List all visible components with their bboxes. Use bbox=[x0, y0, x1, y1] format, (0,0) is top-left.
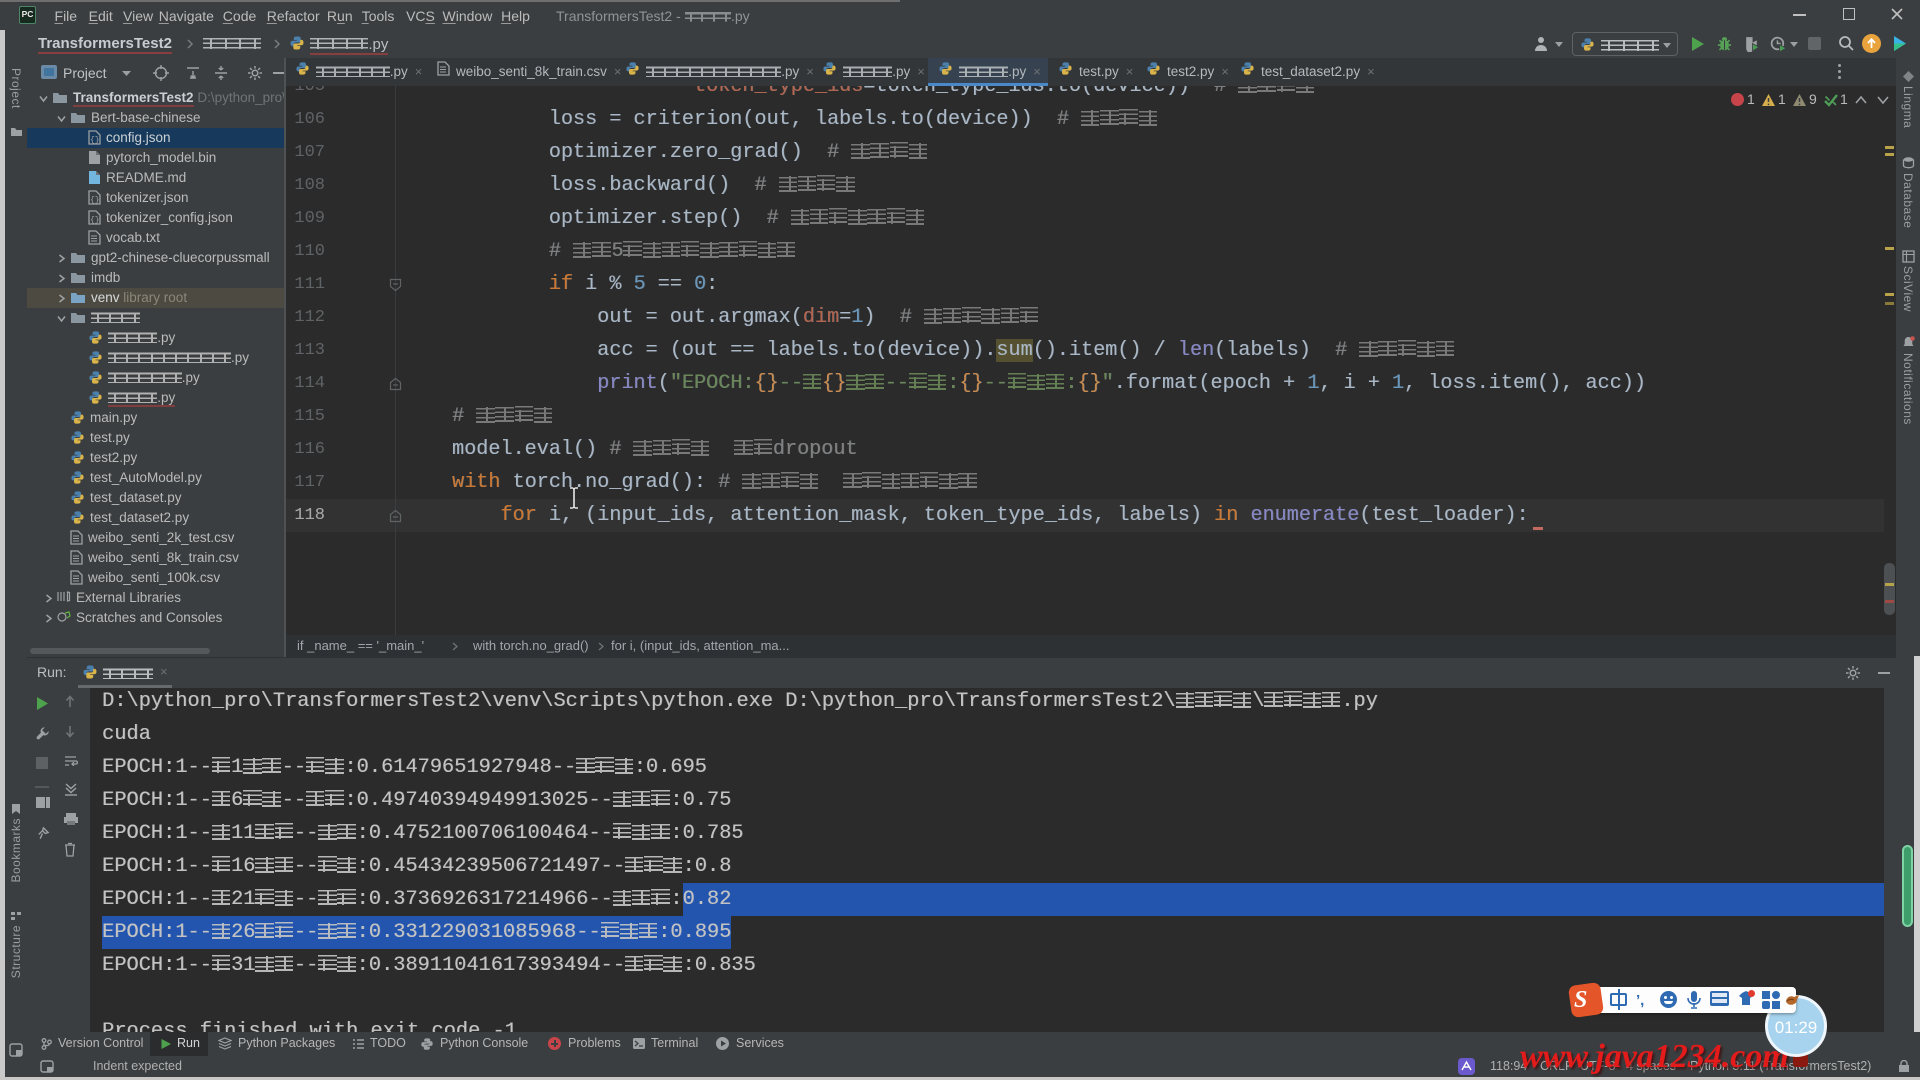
svg-text:{}: {} bbox=[90, 136, 100, 145]
svg-text:{}: {} bbox=[90, 196, 100, 205]
svg-text:{}: {} bbox=[90, 216, 100, 225]
